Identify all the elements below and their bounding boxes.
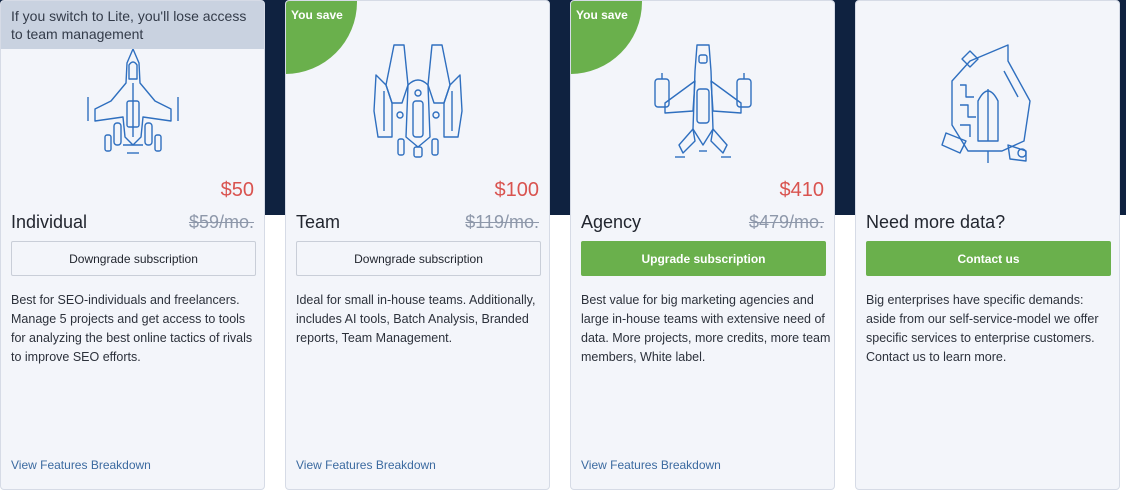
plan-name: Individual xyxy=(11,212,88,232)
winged-cruiser-icon xyxy=(654,44,752,158)
plan-description: Best for SEO-individuals and freelancers… xyxy=(11,293,253,364)
you-save-ribbon: You save xyxy=(286,1,357,74)
plan-card-enterprise: Need more data? Contact us Big enterpris… xyxy=(855,0,1120,490)
plan-description: Big enterprises have specific demands: a… xyxy=(866,293,1099,364)
plan-price: $50 xyxy=(220,179,254,201)
you-save-label: You save xyxy=(576,8,628,22)
plan-description: Best value for big marketing agencies an… xyxy=(581,293,831,364)
plan-description: Ideal for small in-house teams. Addition… xyxy=(296,293,536,345)
mothership-icon xyxy=(941,44,1031,163)
view-features-breakdown-link[interactable]: View Features Breakdown xyxy=(296,458,436,472)
plan-old-price: $119/mo. xyxy=(465,212,539,232)
plan-old-price: $59/mo. xyxy=(188,212,254,232)
plan-name: Agency xyxy=(581,212,642,232)
plan-name: Team xyxy=(296,212,341,232)
view-features-breakdown-link[interactable]: View Features Breakdown xyxy=(581,458,721,472)
lite-switch-notice: If you switch to Lite, you'll lose acces… xyxy=(1,1,264,49)
plan-old-price: $479/mo. xyxy=(748,212,824,232)
you-save-ribbon: You save xyxy=(571,1,642,74)
upgrade-subscription-button[interactable]: Upgrade subscription xyxy=(581,241,826,276)
plan-card-agency: You save $410 Agency $479/mo. Upgrade su… xyxy=(570,0,835,490)
fighter-jet-icon xyxy=(87,48,179,154)
plan-name: Need more data? xyxy=(866,212,1006,232)
view-features-breakdown-link[interactable]: View Features Breakdown xyxy=(11,458,151,472)
downgrade-subscription-button[interactable]: Downgrade subscription xyxy=(296,241,541,276)
plan-card-individual: If you switch to Lite, you'll lose acces… xyxy=(0,0,265,490)
contact-us-button[interactable]: Contact us xyxy=(866,241,1111,276)
plan-price: $410 xyxy=(779,179,825,201)
you-save-label: You save xyxy=(291,8,343,22)
clawed-ship-icon xyxy=(373,44,463,158)
downgrade-subscription-button[interactable]: Downgrade subscription xyxy=(11,241,256,276)
plan-price: $100 xyxy=(494,179,540,201)
plan-card-team: You save $100 Team $119/mo. Downgrade su… xyxy=(285,0,550,490)
